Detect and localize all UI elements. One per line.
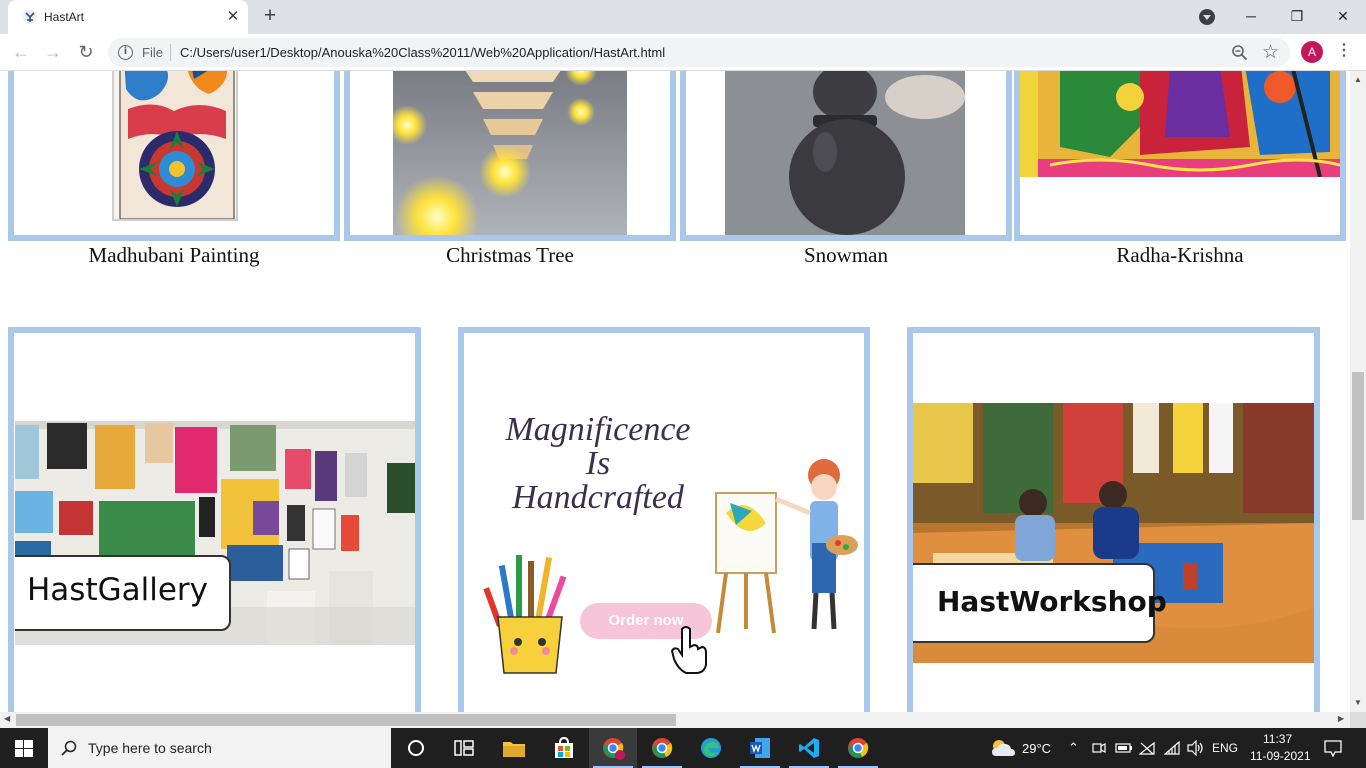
temperature[interactable]: 29°C (1022, 741, 1051, 756)
menu-icon[interactable]: ⋮ (1336, 41, 1352, 63)
madhubani-painting-image (112, 71, 238, 221)
product-caption: Christmas Tree (446, 243, 574, 267)
bookmark-star-icon[interactable]: ☆ (1262, 41, 1279, 63)
chevron-up-icon[interactable]: ⌃ (1068, 740, 1079, 756)
cortana-icon[interactable] (392, 728, 440, 768)
horizontal-scrollbar[interactable]: ◀ ▶ (0, 712, 1350, 728)
start-button[interactable] (0, 728, 48, 768)
taskbar-search[interactable]: Type here to search (48, 728, 391, 768)
hastgallery-card[interactable]: HastGallery (8, 327, 421, 712)
wifi-icon[interactable] (1164, 741, 1180, 755)
chrome-icon[interactable] (638, 728, 686, 768)
hastworkshop-label: HastWorkshop (937, 585, 1167, 618)
scroll-down-icon[interactable]: ▼ (1354, 698, 1362, 707)
network-off-icon[interactable] (1139, 741, 1155, 755)
windows-logo-icon (15, 740, 33, 757)
page-viewport: Madhubani Painting Christmas Tree Snowma… (0, 71, 1350, 712)
hastworkshop-card[interactable]: HastWorkshop (907, 327, 1320, 712)
search-icon (61, 740, 77, 756)
file-label: File (142, 45, 163, 60)
windows-taskbar: Type here to search 29°C ⌃ ENG 11:37 11-… (0, 728, 1366, 768)
scroll-left-icon[interactable]: ◀ (4, 714, 10, 723)
zoom-out-icon[interactable] (1231, 44, 1248, 61)
file-explorer-icon[interactable] (490, 728, 538, 768)
hastart-favicon-icon (23, 10, 37, 24)
tab-close-icon[interactable]: ✕ (224, 8, 242, 26)
close-window-button[interactable]: ✕ (1320, 0, 1366, 34)
new-tab-button[interactable]: + (258, 5, 282, 29)
product-card[interactable] (344, 71, 676, 241)
chrome-icon-2[interactable] (834, 728, 882, 768)
radha-krishna-painting-image (1020, 71, 1340, 177)
word-icon[interactable] (736, 728, 784, 768)
hand-cursor-icon (670, 626, 707, 674)
clock-time[interactable]: 11:37 (1263, 732, 1292, 746)
store-icon[interactable] (540, 728, 588, 768)
back-button[interactable]: ← (9, 41, 33, 65)
product-caption: Madhubani Painting (88, 243, 260, 267)
meet-now-icon[interactable] (1092, 741, 1106, 755)
product-card[interactable] (8, 71, 340, 241)
tagline-line-2: Is (585, 445, 611, 482)
vscode-icon[interactable] (785, 728, 833, 768)
magnificence-handcrafted-graphic: Magnificence Is Handcrafted Order now (470, 333, 864, 709)
maximize-button[interactable]: ❐ (1274, 0, 1320, 34)
tagline-line-1: Magnificence (505, 411, 691, 448)
pencil-cup-icon (483, 555, 567, 674)
omnibox-divider (170, 44, 171, 61)
hastgallery-label-box[interactable]: HastGallery (15, 555, 231, 631)
search-placeholder: Type here to search (88, 740, 212, 756)
tagline-line-3: Handcrafted (512, 479, 684, 516)
craft-workshop-image: HastWorkshop (913, 403, 1314, 663)
profile-avatar[interactable]: A (1301, 41, 1323, 63)
hastworkshop-label-box[interactable]: HastWorkshop (913, 563, 1167, 643)
volume-icon[interactable] (1187, 740, 1205, 756)
battery-icon[interactable] (1115, 741, 1133, 755)
url-text[interactable]: C:/Users/user1/Desktop/Anouska%20Class%2… (180, 45, 665, 60)
tab-title: HastArt (44, 10, 85, 24)
product-card[interactable] (1014, 71, 1346, 241)
minimize-button[interactable]: ─ (1228, 0, 1274, 34)
product-caption: Radha-Krishna (1116, 243, 1244, 267)
edge-icon[interactable] (687, 728, 735, 768)
forward-button[interactable]: → (41, 41, 65, 65)
tab-search-icon[interactable] (1199, 9, 1215, 25)
task-view-icon[interactable] (440, 728, 488, 768)
scroll-up-icon[interactable]: ▲ (1354, 75, 1362, 84)
vertical-scroll-thumb[interactable] (1352, 372, 1364, 520)
language-indicator[interactable]: ENG (1212, 741, 1238, 755)
reload-button[interactable]: ↻ (74, 41, 98, 65)
weather-cloud-sun-icon[interactable] (990, 738, 1016, 758)
painter-girl-icon (715, 459, 858, 634)
product-card[interactable] (680, 71, 1012, 241)
browser-tab[interactable]: HastArt ✕ (8, 0, 248, 34)
christmas-tree-candles-image (393, 71, 627, 235)
scroll-right-icon[interactable]: ▶ (1338, 714, 1344, 723)
tab-strip: HastArt ✕ + ─ ❐ ✕ (0, 0, 1366, 34)
scrollbar-corner (1350, 712, 1366, 728)
chrome-profile-icon[interactable] (589, 728, 637, 768)
notifications-icon[interactable] (1324, 740, 1342, 757)
horizontal-scroll-thumb[interactable] (16, 714, 676, 726)
art-gallery-image: HastGallery (15, 421, 415, 645)
hastgallery-label: HastGallery (27, 572, 209, 608)
product-caption: Snowman (804, 243, 888, 267)
order-now-card[interactable]: Magnificence Is Handcrafted Order now (458, 327, 870, 712)
browser-toolbar: ← → ↻ i File C:/Users/user1/Desktop/Anou… (0, 34, 1366, 71)
clock-date[interactable]: 11-09-2021 (1250, 749, 1311, 763)
address-bar[interactable]: i File C:/Users/user1/Desktop/Anouska%20… (108, 38, 1290, 67)
vertical-scrollbar[interactable]: ▲ ▼ (1350, 71, 1366, 712)
clay-snowman-image (725, 71, 965, 235)
info-icon[interactable]: i (118, 45, 133, 60)
